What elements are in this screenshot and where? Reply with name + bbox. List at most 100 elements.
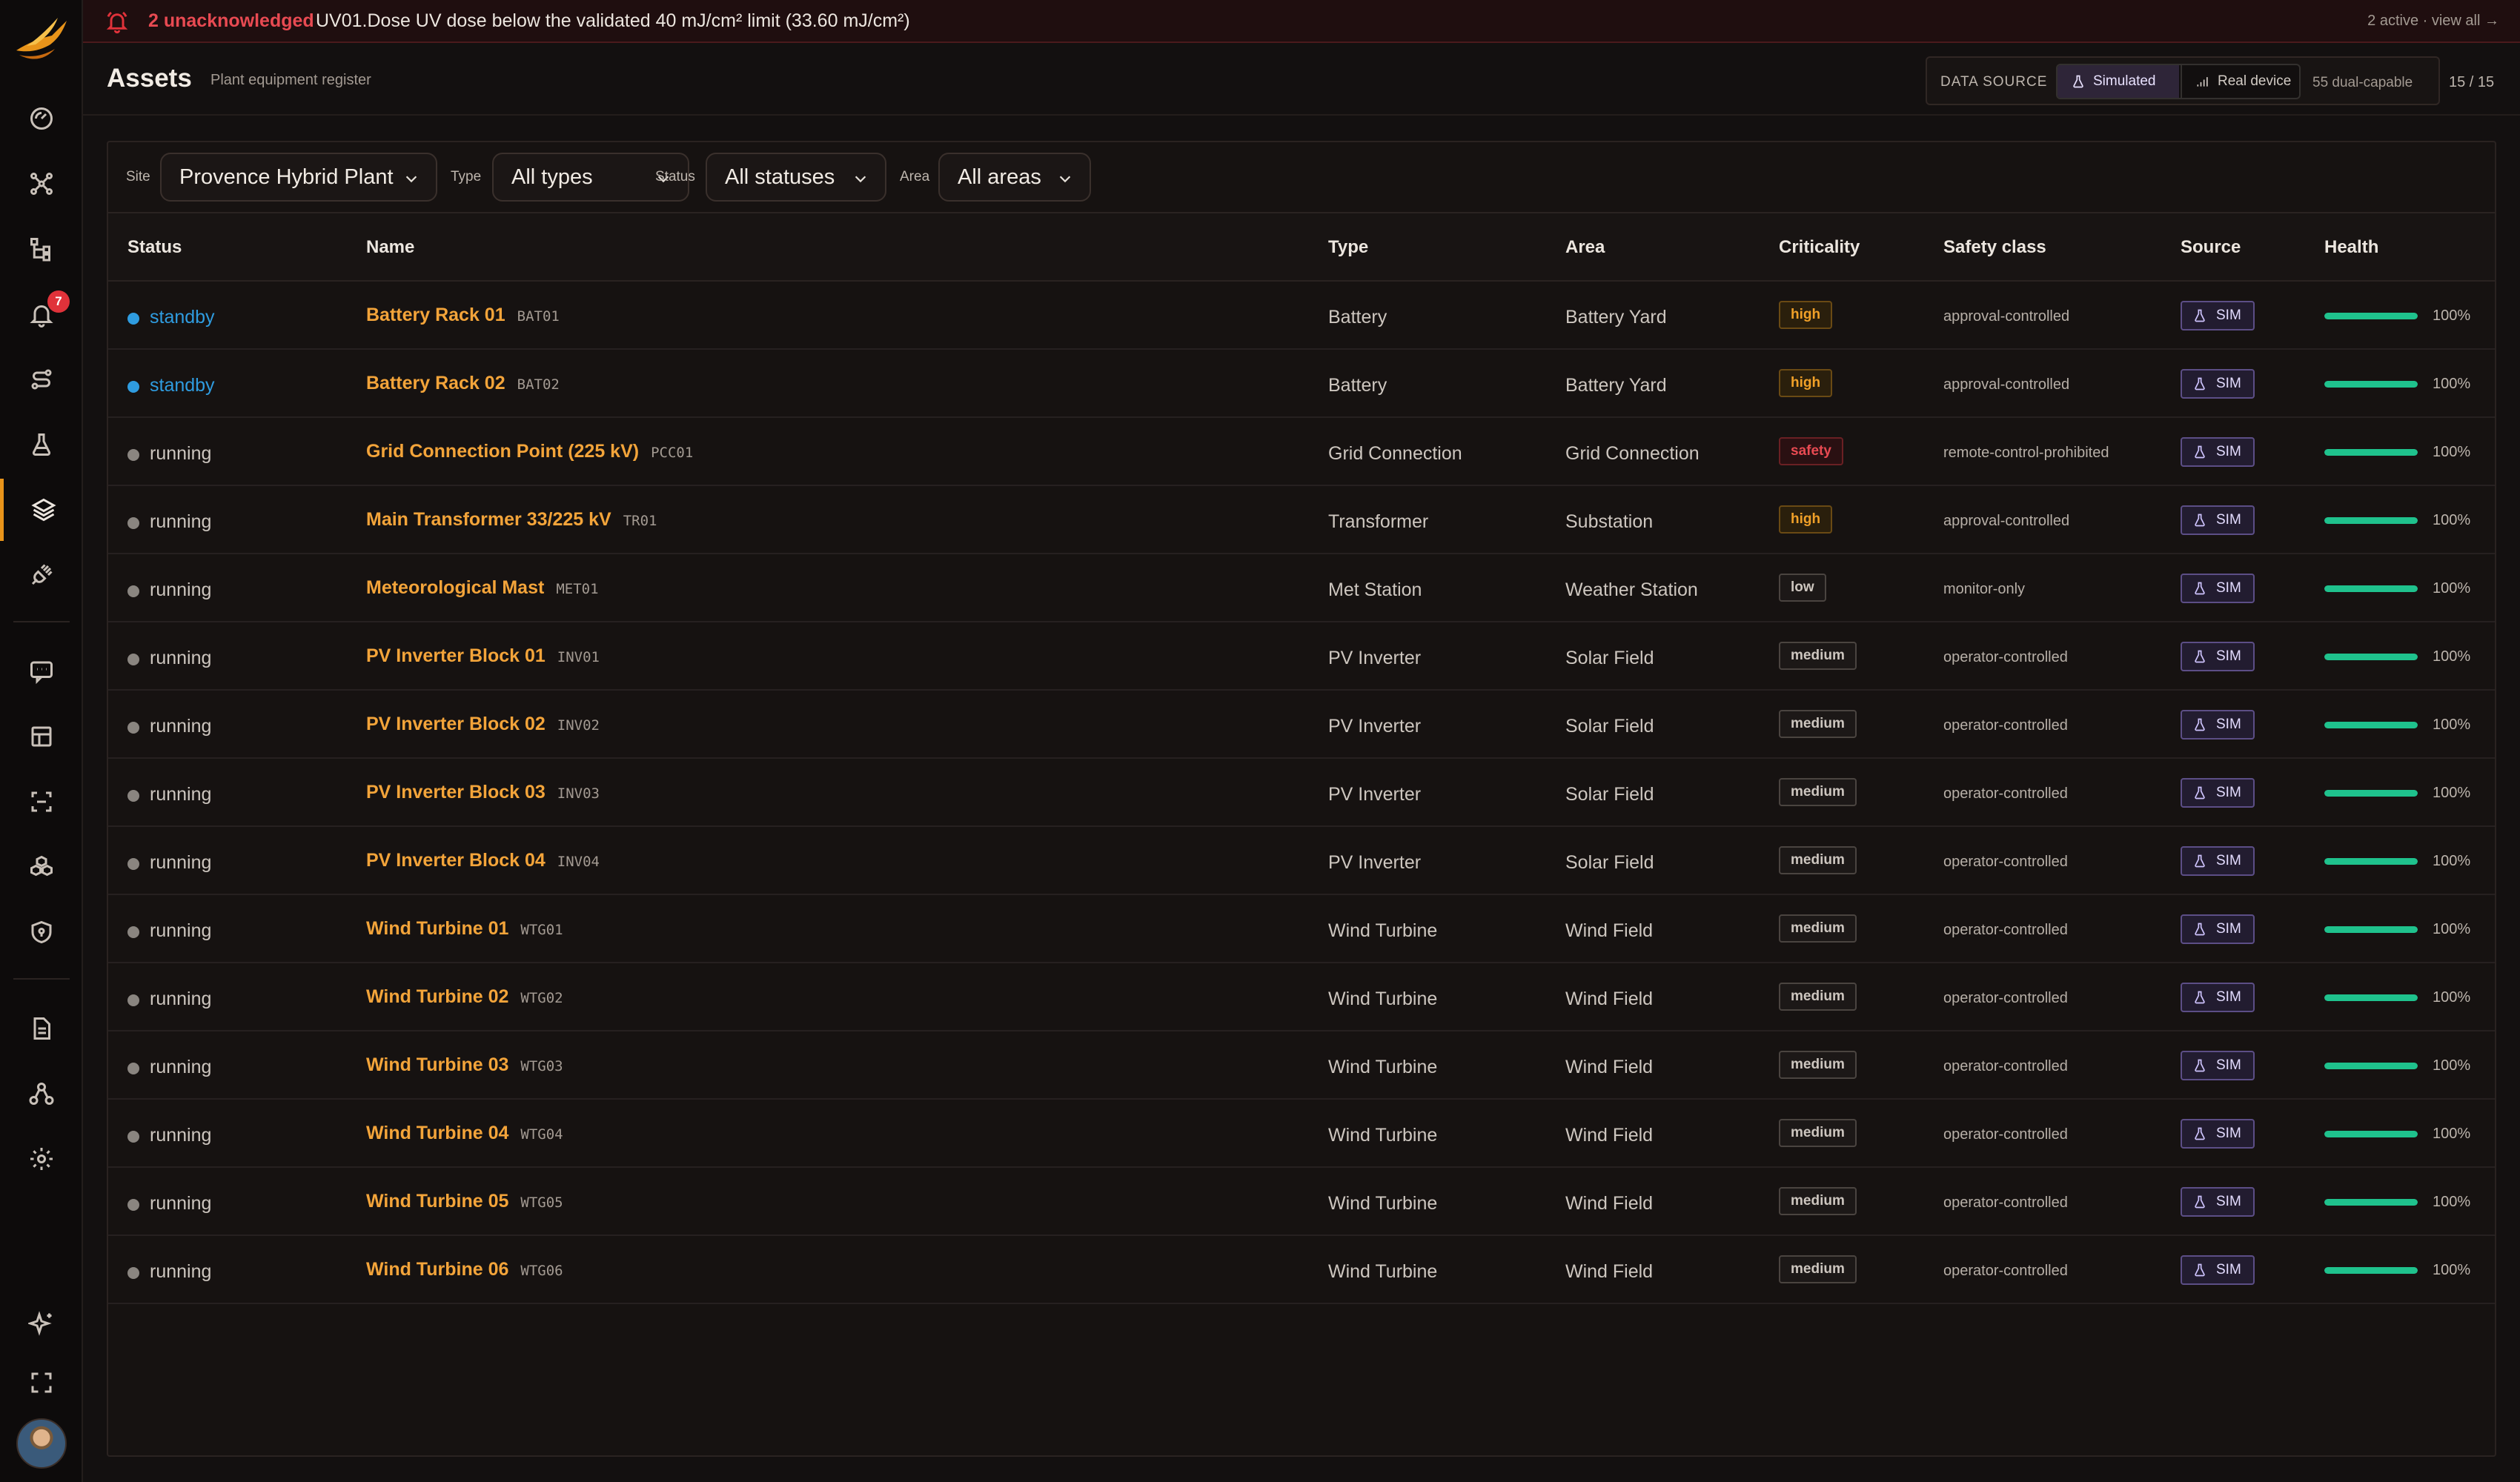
asset-type: PV Inverter	[1328, 784, 1422, 805]
table-row[interactable]: running Meteorological Mast MET01 Met Stati…	[108, 554, 2495, 622]
criticality-badge: medium	[1779, 983, 1857, 1011]
flask-icon	[2195, 786, 2205, 800]
source-label: SIM	[2216, 308, 2241, 323]
site-select[interactable]: Provence Hybrid Plant	[160, 153, 437, 202]
asset-name-link[interactable]: Meteorological Mast MET01	[366, 577, 599, 599]
nav-settings[interactable]	[0, 1128, 83, 1190]
asset-name-link[interactable]: Wind Turbine 05 WTG05	[366, 1191, 563, 1212]
nav-chat[interactable]	[0, 640, 83, 702]
nav-routes[interactable]	[0, 348, 83, 411]
asset-name: Meteorological Mast	[366, 577, 545, 598]
source-label: SIM	[2216, 853, 2241, 868]
asset-type: PV Inverter	[1328, 648, 1422, 668]
health-bar	[2324, 381, 2418, 388]
table-row[interactable]: standby Battery Rack 01 BAT01 Battery Batter…	[108, 282, 2495, 350]
column-header-health[interactable]: Health	[2324, 237, 2378, 258]
column-header-name[interactable]: Name	[366, 237, 414, 258]
nav-hierarchy[interactable]	[0, 218, 83, 280]
nav-boxes[interactable]	[0, 836, 83, 898]
asset-name-link[interactable]: Wind Turbine 01 WTG01	[366, 918, 563, 940]
logo-icon[interactable]	[13, 13, 70, 64]
status-dot-icon	[127, 1131, 139, 1143]
nav-organization[interactable]	[0, 1063, 83, 1125]
table-row[interactable]: standby Battery Rack 02 BAT02 Battery Batter…	[108, 350, 2495, 418]
nav-network[interactable]	[0, 153, 83, 215]
nav-dashboard[interactable]	[0, 87, 83, 150]
asset-name-link[interactable]: Battery Rack 01 BAT01	[366, 305, 560, 326]
sidebar: 7	[0, 0, 83, 1482]
asset-name-link[interactable]: Wind Turbine 02 WTG02	[366, 986, 563, 1008]
column-header-status[interactable]: Status	[127, 237, 182, 258]
health-bar	[2324, 994, 2418, 1001]
nav-integrations[interactable]	[0, 544, 83, 606]
table-row[interactable]: running Wind Turbine 05 WTG05 Wind Turbine W…	[108, 1168, 2495, 1236]
table-row[interactable]: running PV Inverter Block 04 INV04 PV Inver…	[108, 827, 2495, 895]
asset-code: WTG03	[520, 1058, 563, 1074]
real-device-option[interactable]: Real device	[2181, 65, 2299, 98]
scan-icon	[31, 791, 52, 812]
table-row[interactable]: running PV Inverter Block 03 INV03 PV Inver…	[108, 759, 2495, 827]
asset-code: WTG02	[520, 990, 563, 1006]
asset-name-link[interactable]: PV Inverter Block 04 INV04	[366, 850, 600, 871]
source-label: SIM	[2216, 785, 2241, 800]
column-header-criticality[interactable]: Criticality	[1779, 237, 1860, 258]
nav-security[interactable]	[0, 901, 83, 963]
flask-icon	[2195, 582, 2205, 595]
asset-name-link[interactable]: Grid Connection Point (225 kV) PCC01	[366, 441, 693, 462]
source-badge: SIM	[2181, 574, 2255, 603]
column-header-area[interactable]: Area	[1565, 237, 1605, 258]
simulated-option[interactable]: Simulated	[2058, 65, 2179, 98]
table-row[interactable]: running Wind Turbine 01 WTG01 Wind Turbine W…	[108, 895, 2495, 963]
health-bar-fill	[2324, 1267, 2418, 1274]
alert-message[interactable]: UV01.Dose UV dose below the validated 40…	[316, 10, 910, 32]
nav-fullscreen[interactable]	[0, 1352, 83, 1414]
nav-assets[interactable]	[0, 479, 83, 541]
table-row[interactable]: running Grid Connection Point (225 kV) PCC…	[108, 418, 2495, 486]
status-select[interactable]: All statuses	[706, 153, 886, 202]
alert-view-all-link[interactable]: 2 active · view all →	[2367, 13, 2499, 30]
asset-type: PV Inverter	[1328, 852, 1422, 873]
asset-name-link[interactable]: Main Transformer 33/225 kV TR01	[366, 509, 657, 531]
table-row[interactable]: running Wind Turbine 02 WTG02 Wind Turbine W…	[108, 963, 2495, 1031]
asset-name-link[interactable]: Wind Turbine 04 WTG04	[366, 1123, 563, 1144]
safety-class: operator-controlled	[1943, 1126, 2068, 1143]
column-header-safety-class[interactable]: Safety class	[1943, 237, 2046, 258]
asset-name-link[interactable]: PV Inverter Block 01 INV01	[366, 645, 600, 667]
health-bar-fill	[2324, 926, 2418, 933]
table-row[interactable]: running Wind Turbine 04 WTG04 Wind Turbine W…	[108, 1100, 2495, 1168]
avatar[interactable]	[16, 1418, 67, 1469]
nav-grid[interactable]	[0, 705, 83, 768]
criticality-badge: medium	[1779, 1255, 1857, 1283]
status-dot-icon	[127, 381, 139, 393]
health-bar-fill	[2324, 1199, 2418, 1206]
table-row[interactable]: running Wind Turbine 06 WTG06 Wind Turbine W…	[108, 1236, 2495, 1304]
column-header-type[interactable]: Type	[1328, 237, 1368, 258]
table-row[interactable]: running Wind Turbine 03 WTG03 Wind Turbine W…	[108, 1031, 2495, 1100]
simulated-label: Simulated	[2093, 73, 2156, 89]
nav-scan[interactable]	[0, 771, 83, 833]
asset-name-link[interactable]: Battery Rack 02 BAT02	[366, 373, 560, 394]
nav-ai-assistant[interactable]	[0, 1292, 83, 1355]
nav-documents[interactable]	[0, 997, 83, 1060]
area-select[interactable]: All areas	[938, 153, 1091, 202]
asset-name: Main Transformer 33/225 kV	[366, 509, 611, 530]
asset-name-link[interactable]: Wind Turbine 06 WTG06	[366, 1259, 563, 1280]
asset-name-link[interactable]: Wind Turbine 03 WTG03	[366, 1054, 563, 1076]
table-row[interactable]: running Main Transformer 33/225 kV TR01 Tra…	[108, 486, 2495, 554]
column-header-source[interactable]: Source	[2181, 237, 2241, 258]
status-text: running	[150, 1193, 212, 1214]
health-bar	[2324, 926, 2418, 933]
asset-name-link[interactable]: PV Inverter Block 03 INV03	[366, 782, 600, 803]
health-bar-fill	[2324, 585, 2418, 592]
nav-lab[interactable]	[0, 413, 83, 476]
health-value: 100%	[2433, 580, 2471, 597]
source-badge: SIM	[2181, 1255, 2255, 1285]
asset-type: Wind Turbine	[1328, 1193, 1438, 1214]
asset-name-link[interactable]: PV Inverter Block 02 INV02	[366, 714, 600, 735]
table-row[interactable]: running PV Inverter Block 01 INV01 PV Inver…	[108, 622, 2495, 691]
nav-alarms[interactable]: 7	[0, 283, 83, 345]
alert-unack-count[interactable]: 2 unacknowledged	[148, 10, 314, 32]
safety-class: approval-controlled	[1943, 308, 2070, 325]
asset-code: TR01	[623, 513, 657, 529]
table-row[interactable]: running PV Inverter Block 02 INV02 PV Inver…	[108, 691, 2495, 759]
